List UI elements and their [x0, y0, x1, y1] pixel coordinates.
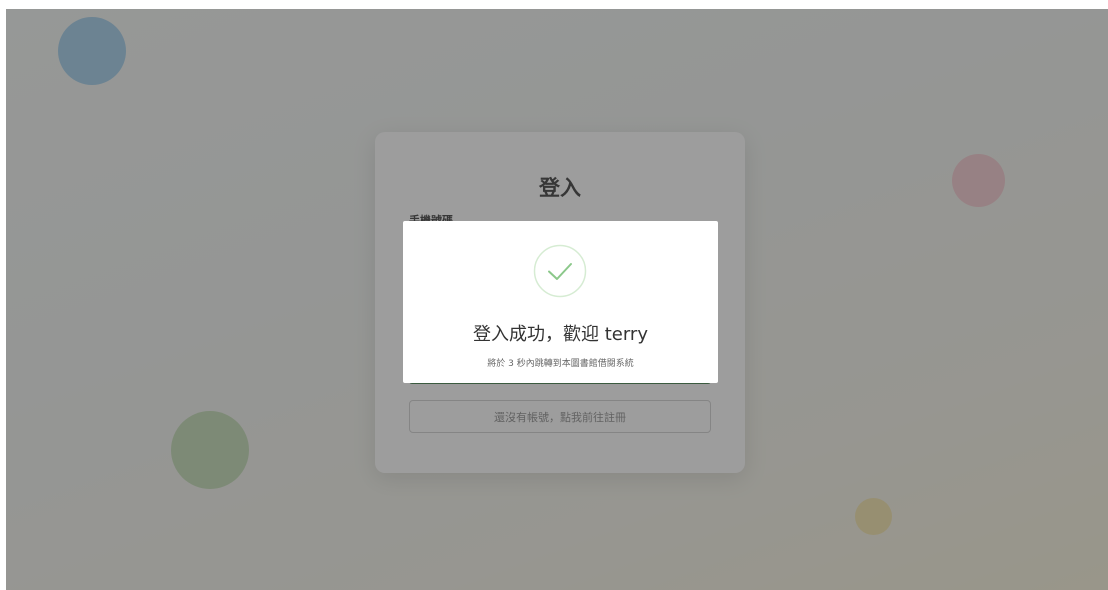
redirect-message: 將於 3 秒內跳轉到本圖書館借閱系統 — [487, 359, 634, 369]
check-circle-icon — [533, 244, 587, 298]
success-title: 登入成功，歡迎 terry — [473, 324, 648, 345]
success-dialog: 登入成功，歡迎 terry 將於 3 秒內跳轉到本圖書館借閱系統 — [403, 221, 718, 383]
page-background: 登入 手機號碼 還沒有帳號，點我前往註冊 登入成功，歡迎 terry 將於 3 … — [6, 9, 1108, 590]
